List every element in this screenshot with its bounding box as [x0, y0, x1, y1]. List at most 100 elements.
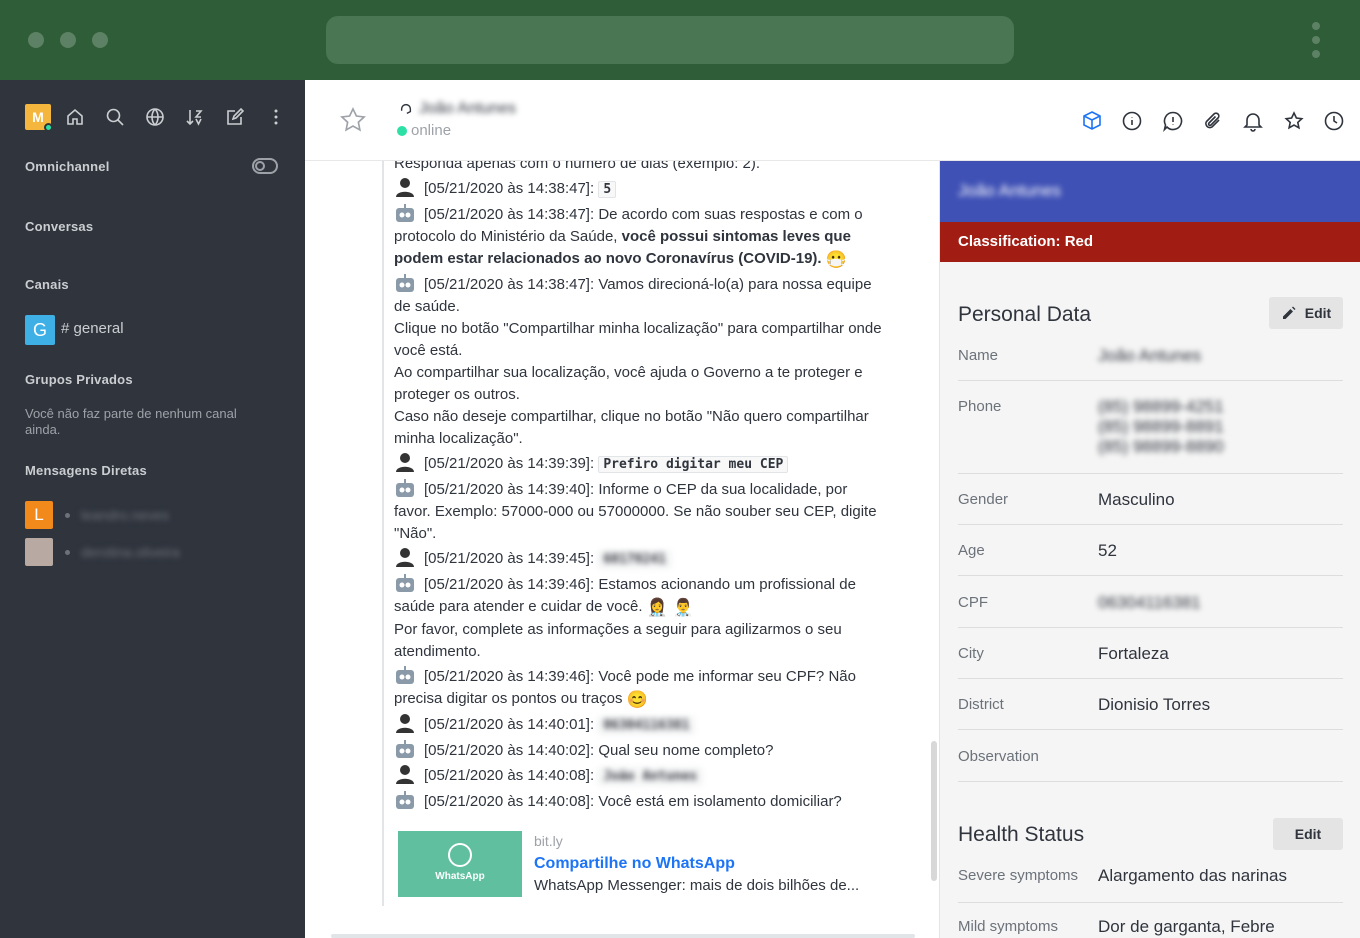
contact-info-panel: João Antunes Classification: Red Persona… [939, 161, 1360, 938]
field-gender: Gender Masculino [958, 490, 1343, 525]
pencil-icon [1282, 306, 1296, 319]
message-thread: Responda apenas com o número de dias (ex… [382, 161, 882, 906]
user-silhouette-icon [394, 177, 416, 197]
message-line: Por favor, complete as informações a seg… [394, 621, 842, 660]
field-age: Age 52 [958, 541, 1343, 576]
info-icon[interactable] [1121, 110, 1143, 132]
livechat-agent-icon [400, 103, 412, 115]
omnichannel-toggle[interactable] [252, 158, 278, 174]
composer-edge [331, 934, 915, 938]
robot-icon [394, 739, 416, 759]
dm-name: derotina.oliveira [81, 544, 180, 560]
browser-menu-icon[interactable] [1312, 22, 1320, 58]
dm-avatar: L [25, 501, 53, 529]
whatsapp-preview-image[interactable]: WhatsApp [398, 831, 522, 897]
omnichannel-title: Omnichannel [25, 159, 110, 174]
message-line: [05/21/2020 às 14:39:46]: Estamos aciona… [394, 573, 884, 619]
message-line: [05/21/2020 às 14:40:02]: Qual seu nome … [394, 739, 884, 762]
edit-health-button[interactable]: Edit [1273, 818, 1343, 850]
message-line: Ao compartilhar sua localização, você aj… [394, 364, 863, 403]
more-options-icon[interactable] [266, 107, 286, 127]
dm-avatar-photo [25, 538, 53, 566]
address-bar[interactable] [326, 16, 1014, 64]
star-icon[interactable] [1283, 110, 1305, 132]
directory-globe-icon[interactable] [145, 107, 165, 127]
window-close-dot[interactable] [28, 32, 44, 48]
panel-contact-name: João Antunes [958, 181, 1062, 200]
field-phone: Phone (85) 98899-4251 (85) 98899-8891 (8… [958, 397, 1343, 474]
smile-emoji: 😊 [626, 690, 648, 709]
sidebar: M Omnichannel Conversas Canais G # gener… [0, 80, 305, 938]
message-line: [05/21/2020 às 14:40:01]: 06304116381 [394, 713, 884, 737]
link-title[interactable]: Compartilhe no WhatsApp [534, 855, 735, 873]
notification-bell-icon[interactable] [1242, 110, 1264, 132]
message-line: [05/21/2020 às 14:38:47]: Vamos direcion… [394, 273, 884, 318]
robot-icon [394, 203, 416, 223]
favorite-star-icon[interactable] [339, 106, 367, 134]
discussion-icon[interactable] [1162, 110, 1184, 133]
mensagens-diretas-title: Mensagens Diretas [25, 463, 147, 478]
user-avatar[interactable]: M [25, 104, 53, 132]
user-reply-code: 06304116381 [598, 717, 695, 734]
room-status: online [397, 122, 451, 139]
message-line: [05/21/2020 às 14:39:45]: 60170241 [394, 547, 884, 571]
classification-banner: Classification: Red [940, 222, 1360, 262]
personal-data-title: Personal Data [958, 303, 1092, 326]
message-line: [05/21/2020 às 14:38:47]: De acordo com … [394, 203, 884, 271]
robot-icon [394, 573, 416, 593]
edit-personal-button[interactable]: Edit [1269, 297, 1343, 329]
search-icon[interactable] [105, 107, 125, 127]
robot-icon [394, 665, 416, 685]
whatsapp-logo-icon [448, 843, 472, 867]
user-reply-code: 5 [598, 181, 617, 198]
create-new-icon[interactable] [225, 107, 245, 127]
robot-icon [394, 790, 416, 810]
user-reply-code: João Antunes [598, 768, 703, 785]
cube-icon[interactable] [1081, 110, 1103, 132]
message-scrollbar[interactable] [931, 741, 937, 881]
field-cpf: CPF 06304116381 [958, 593, 1343, 628]
field-mild-symptoms: Mild symptoms Dor de garganta, Febre [958, 917, 1275, 936]
health-worker-emoji: 👩‍⚕️ 👨‍⚕️ [646, 598, 694, 617]
conversas-title: Conversas [25, 219, 94, 234]
mask-emoji: 😷 [825, 250, 847, 269]
user-silhouette-icon [394, 713, 416, 733]
channel-avatar: G [25, 315, 55, 345]
window-minimize-dot[interactable] [60, 32, 76, 48]
attachment-icon[interactable] [1202, 110, 1224, 132]
message-line: Caso não deseje compartilhar, clique no … [394, 408, 869, 447]
message-body: Responda apenas com o número de dias (ex… [394, 161, 884, 813]
dm-name: leandro.neves [81, 507, 169, 523]
room-title: João Antunes [399, 100, 516, 118]
user-reply-code: Prefiro digitar meu CEP [598, 456, 789, 473]
sidebar-item-general[interactable]: G # general [25, 315, 285, 345]
room-header: João Antunes online [305, 80, 1360, 161]
field-severe-symptoms: Severe symptoms Alargamento das narinas [958, 866, 1343, 903]
window-maximize-dot[interactable] [92, 32, 108, 48]
link-preview-card[interactable]: WhatsApp bit.ly Compartilhe no WhatsApp … [398, 831, 878, 897]
field-city: City Fortaleza [958, 644, 1343, 679]
field-name: Name João Antunes [958, 346, 1343, 381]
panel-header: João Antunes [940, 161, 1360, 222]
canais-title: Canais [25, 277, 69, 292]
message-line: [05/21/2020 às 14:39:40]: Informe o CEP … [394, 478, 884, 545]
history-clock-icon[interactable] [1323, 110, 1345, 132]
user-reply-code: 60170241 [598, 551, 671, 568]
message-line: [05/21/2020 às 14:38:47]: 5 [394, 177, 884, 201]
sidebar-item-dm[interactable]: derotina.oliveira [25, 538, 285, 566]
robot-icon [394, 478, 416, 498]
robot-icon [394, 273, 416, 293]
user-silhouette-icon [394, 452, 416, 472]
message-line: Responda apenas com o número de dias (ex… [394, 161, 761, 172]
sort-icon[interactable] [185, 107, 205, 127]
health-status-title: Health Status [958, 823, 1085, 846]
sidebar-item-dm[interactable]: L leandro.neves [25, 501, 285, 529]
status-dot [65, 550, 70, 555]
grupos-empty-text: Você não faz parte de nenhum canal ainda… [25, 406, 237, 437]
channel-name: # general [61, 320, 124, 337]
status-dot [65, 513, 70, 518]
message-line: [05/21/2020 às 14:40:08]: Você está em i… [394, 790, 884, 813]
home-icon[interactable] [65, 107, 85, 127]
message-list[interactable]: Responda apenas com o número de dias (ex… [305, 161, 939, 938]
room-title-text: João Antunes [419, 100, 516, 117]
